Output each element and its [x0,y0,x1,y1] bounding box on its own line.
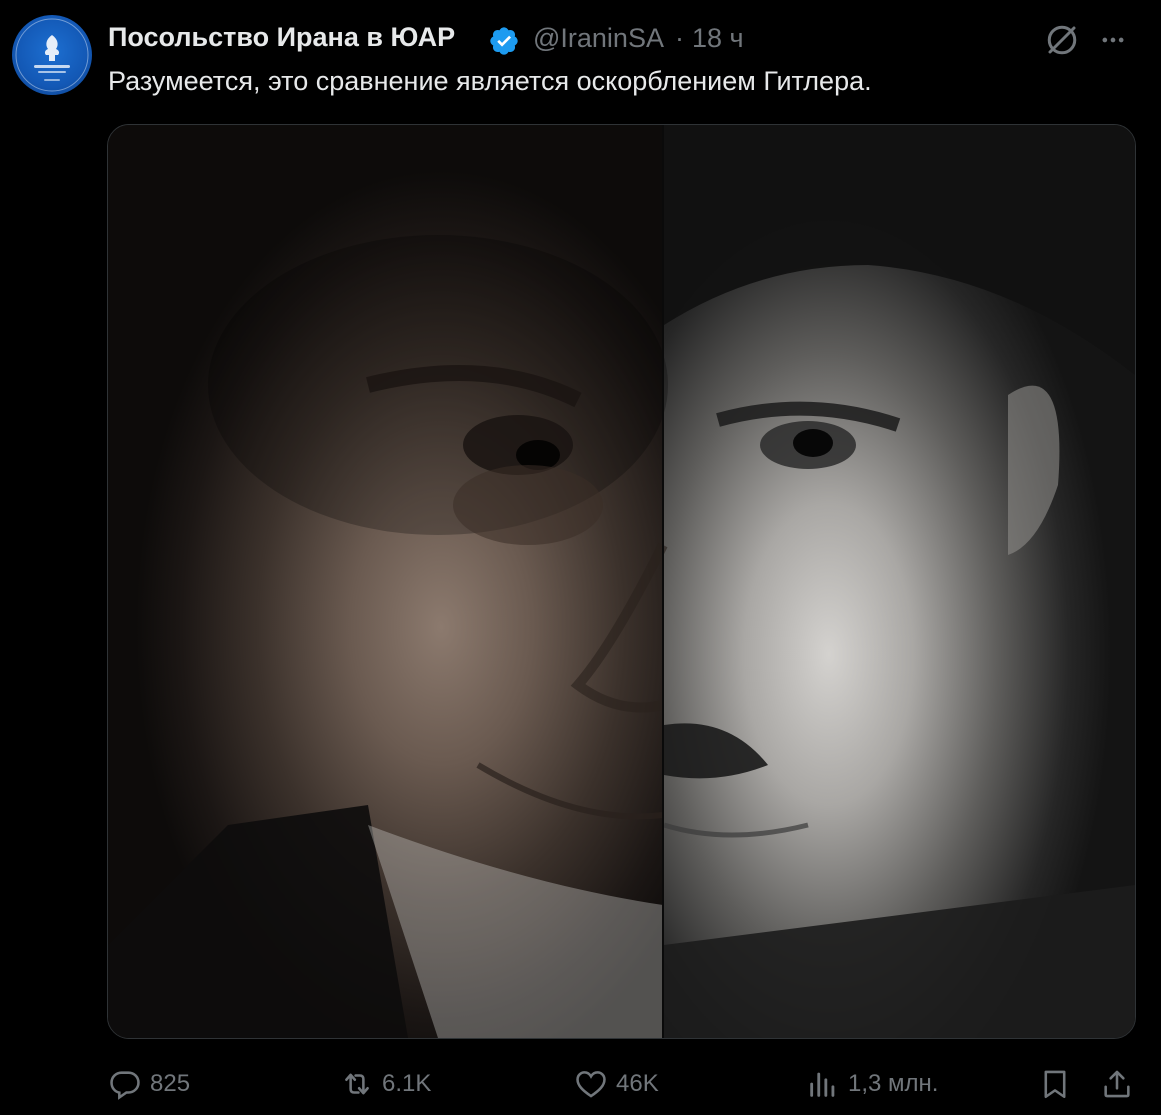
action-bar: 825 6.1K 46K 1,3 млн. [0,1060,1161,1108]
like-button[interactable]: 46K [574,1060,659,1108]
retweet-count: 6.1K [382,1070,432,1097]
tweet-text: Разумеется, это сравнение является оскор… [108,66,872,96]
author-handle[interactable]: @IraninSA [533,23,664,54]
like-icon [576,1071,606,1098]
retweet-icon [345,1073,369,1095]
like-count: 46K [616,1070,659,1097]
views-count: 1,3 млн. [848,1070,939,1097]
reply-button[interactable]: 825 [108,1060,190,1108]
author-name[interactable]: Посольство Ирана в ЮАР [108,22,455,53]
grok-icon[interactable] [1044,22,1080,58]
separator-dot: · [675,23,684,53]
avatar[interactable] [12,15,92,95]
more-icon[interactable] [1097,26,1129,54]
media-divider [662,125,664,1038]
embassy-emblem-icon [15,18,89,92]
bookmark-icon [1044,1070,1066,1099]
timestamp[interactable]: 18 ч [692,23,744,54]
bookmark-button[interactable] [1038,1060,1080,1108]
views-icon [810,1072,835,1097]
verified-badge-icon [490,27,518,55]
portrait-features [108,125,1135,1038]
reply-count: 825 [150,1070,191,1097]
views-button[interactable]: 1,3 млн. [806,1060,938,1108]
tweet-media[interactable] [107,124,1136,1039]
retweet-button[interactable]: 6.1K [340,1060,431,1108]
reply-icon [110,1071,140,1100]
share-icon [1104,1070,1130,1098]
share-button[interactable] [1100,1060,1142,1108]
